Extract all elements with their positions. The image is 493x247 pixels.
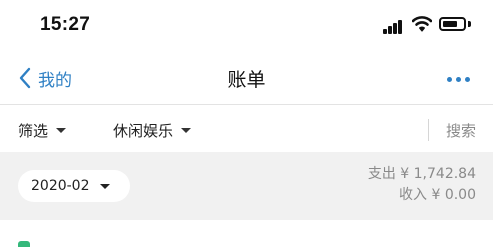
caret-down-icon	[99, 183, 110, 189]
category-icon	[18, 241, 30, 247]
cellular-signal-icon	[383, 18, 407, 34]
category-label: 休闲娱乐	[113, 122, 174, 140]
filter-label: 筛选	[18, 122, 49, 140]
month-picker[interactable]: 2020-02	[18, 170, 130, 202]
page-title: 账单	[227, 69, 266, 91]
filter-bar: 筛选 休闲娱乐 搜索	[0, 104, 493, 152]
status-time: 15:27	[40, 14, 91, 35]
battery-icon	[439, 17, 466, 31]
divider	[428, 119, 429, 141]
search-button[interactable]: 搜索	[446, 120, 476, 141]
caret-down-icon	[181, 128, 192, 133]
bill-list-item[interactable]	[0, 220, 493, 247]
status-bar: 15:27	[0, 0, 493, 52]
category-dropdown[interactable]: 休闲娱乐	[113, 120, 192, 141]
month-totals: 支出 ¥ 1,742.84 收入 ¥ 0.00	[368, 164, 476, 206]
wifi-icon	[412, 16, 432, 32]
expense-total: 支出 ¥ 1,742.84	[367, 166, 476, 182]
battery-tip	[468, 21, 471, 27]
more-dots-icon[interactable]	[444, 74, 474, 84]
caret-down-icon	[56, 128, 67, 133]
income-total: 收入 ¥ 0.00	[399, 187, 476, 203]
filter-dropdown[interactable]: 筛选	[18, 120, 67, 141]
month-label: 2020-02	[31, 178, 90, 194]
month-summary: 2020-02 支出 ¥ 1,742.84 收入 ¥ 0.00	[0, 152, 493, 220]
nav-bar: 我的 账单	[0, 52, 493, 104]
